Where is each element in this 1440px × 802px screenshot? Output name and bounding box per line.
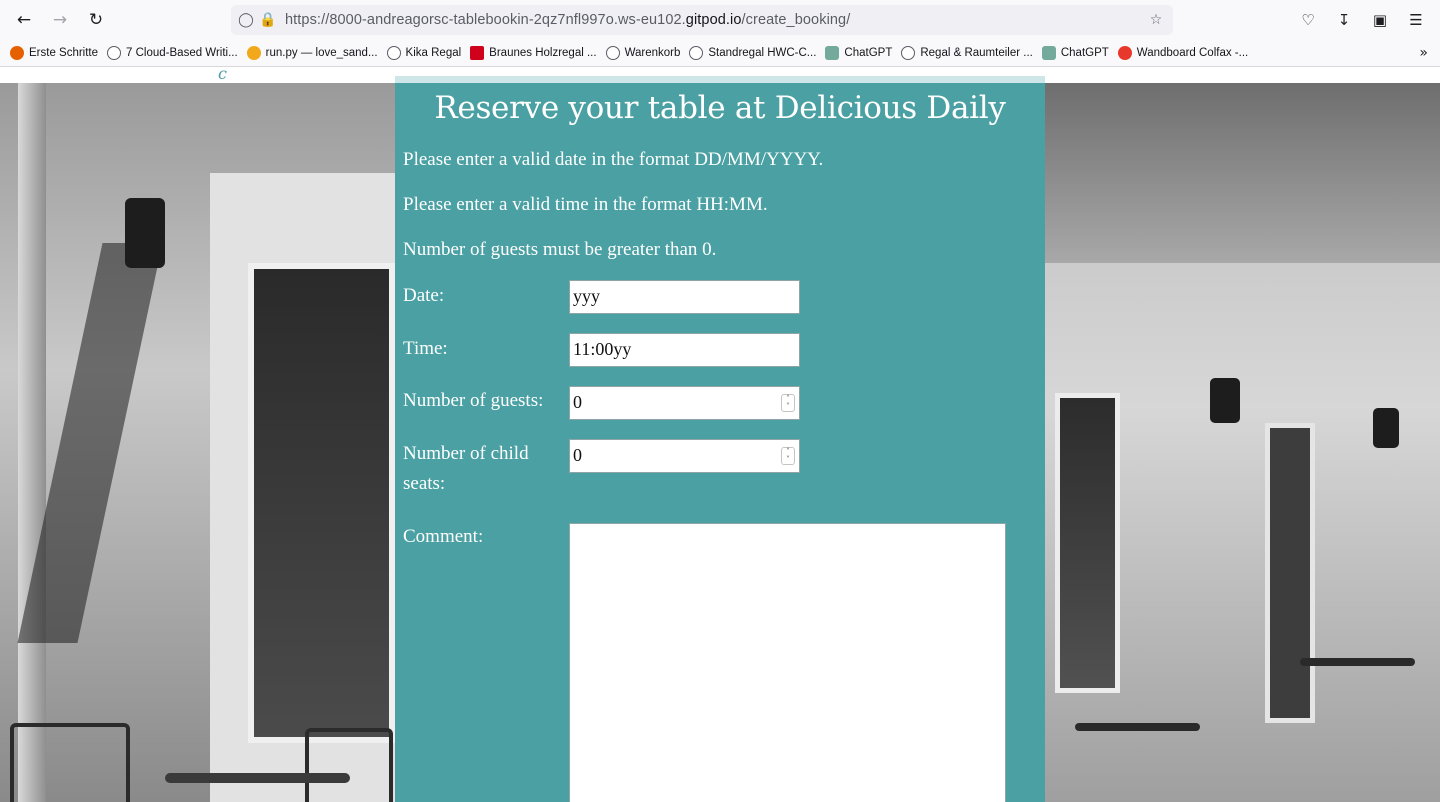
bookmark-label: Regal & Raumteiler ... (920, 47, 1033, 59)
back-arrow-icon[interactable]: ← (10, 6, 38, 34)
toolbar-actions: ♡ ↧ ▣ ☰ (1294, 6, 1430, 34)
bg-lamp (1210, 378, 1240, 423)
bg-table (165, 773, 350, 783)
bg-chair (305, 728, 393, 802)
page-title: Reserve your table at Delicious Daily (434, 90, 1006, 126)
globe-icon (605, 46, 620, 60)
bg-lamp (125, 198, 165, 268)
booking-panel: Reserve your table at Delicious Daily Pl… (395, 76, 1045, 802)
guests-value: 0 (573, 392, 582, 412)
kika-icon (470, 46, 485, 60)
bookmark-item[interactable]: Erste Schritte (10, 46, 98, 60)
bookmark-item[interactable]: Braunes Holzregal ... (470, 46, 597, 60)
bookmark-star-icon[interactable]: ☆ (1145, 9, 1167, 31)
comment-label: Comment: (403, 526, 484, 547)
menu-icon[interactable]: ☰ (1402, 6, 1430, 34)
child-seats-label: Number of child seats: (403, 439, 529, 499)
bookmark-label: Warenkorb (624, 47, 681, 59)
error-date: Please enter a valid date in the format … (403, 149, 824, 170)
bg-table (1075, 723, 1200, 731)
globe-icon (107, 46, 122, 60)
time-value: 11:00yy (573, 339, 632, 359)
gitpod-icon (246, 46, 261, 60)
bookmark-item[interactable]: 7 Cloud-Based Writi... (107, 46, 238, 60)
bookmark-label: Braunes Holzregal ... (489, 47, 597, 59)
logo-fragment-icon: ϲ (218, 68, 227, 83)
bookmark-label: Standregal HWC-C... (708, 47, 817, 59)
chatgpt-icon (1041, 46, 1056, 60)
reload-icon[interactable]: ↻ (82, 6, 110, 34)
bookmark-item[interactable]: ChatGPT (825, 46, 892, 60)
pocket-icon[interactable]: ♡ (1294, 6, 1322, 34)
store-24-icon (1117, 46, 1132, 60)
bg-table (1300, 658, 1415, 666)
child-seats-input[interactable]: 0 ˄ ˅ (569, 439, 800, 473)
bookmark-label: 7 Cloud-Based Writi... (126, 47, 238, 59)
stepper-icon[interactable]: ˄ ˅ (781, 447, 795, 465)
bg-window-right (1055, 393, 1120, 693)
bookmark-item[interactable]: Wandboard Colfax -... (1117, 46, 1249, 60)
bg-chair (10, 723, 130, 802)
child-seats-label-line1: Number of child (403, 443, 529, 464)
firefox-icon (10, 46, 24, 60)
shield-icon[interactable]: ◯ (235, 9, 257, 31)
guests-input[interactable]: 0 ˄ ˅ (569, 386, 800, 420)
comment-textarea[interactable] (569, 523, 1006, 802)
url-bar[interactable]: ◯ 🔒 https://8000-andreagorsc-tablebookin… (231, 5, 1173, 35)
date-value: yyy (573, 286, 600, 306)
bg-roof-right (1045, 83, 1440, 263)
bg-lamp (1373, 408, 1399, 448)
bookmark-item[interactable]: Kika Regal (386, 46, 462, 60)
guests-label: Number of guests: (403, 390, 544, 411)
globe-icon (901, 46, 916, 60)
globe-icon (689, 46, 704, 60)
bookmark-item[interactable]: Regal & Raumteiler ... (901, 46, 1033, 60)
stepper-icon[interactable]: ˄ ˅ (781, 394, 795, 412)
bookmark-item[interactable]: run.py — love_sand... (246, 46, 378, 60)
download-icon[interactable]: ↧ (1330, 6, 1358, 34)
bookmark-label: ChatGPT (844, 47, 893, 59)
bg-pole (18, 83, 46, 802)
child-seats-label-line2: seats: (403, 473, 446, 494)
date-label: Date: (403, 285, 445, 306)
bookmarks-overflow-icon[interactable]: » (1419, 45, 1428, 61)
page-viewport: ϲ Reserve your table at Delicious Daily … (0, 68, 1440, 802)
bookmarks-bar: Erste Schritte 7 Cloud-Based Writi... ru… (0, 40, 1440, 67)
time-label: Time: (403, 338, 448, 359)
bg-door-right (1265, 423, 1315, 723)
globe-icon (386, 46, 401, 60)
browser-toolbar: ← → ↻ ◯ 🔒 https://8000-andreagorsc-table… (0, 0, 1440, 40)
date-input[interactable]: yyy (569, 280, 800, 314)
extensions-icon[interactable]: ▣ (1366, 6, 1394, 34)
bookmark-label: Erste Schritte (29, 47, 99, 59)
forward-arrow-icon[interactable]: → (46, 6, 74, 34)
bookmark-item[interactable]: Warenkorb (605, 46, 681, 60)
child-seats-value: 0 (573, 445, 582, 465)
bookmark-item[interactable]: ChatGPT (1041, 46, 1109, 60)
bookmark-label: Kika Regal (405, 47, 462, 59)
lock-icon[interactable]: 🔒 (257, 9, 279, 31)
error-guests: Number of guests must be greater than 0. (403, 239, 717, 260)
bookmark-item[interactable]: Standregal HWC-C... (689, 46, 816, 60)
error-time: Please enter a valid time in the format … (403, 194, 768, 215)
url-text: https://8000-andreagorsc-tablebookin-2qz… (285, 12, 851, 28)
bg-window-left (248, 263, 395, 743)
chatgpt-icon (825, 46, 840, 60)
time-input[interactable]: 11:00yy (569, 333, 800, 367)
bookmark-label: ChatGPT (1060, 47, 1109, 59)
bookmark-label: Wandboard Colfax -... (1136, 47, 1249, 59)
bookmark-label: run.py — love_sand... (265, 47, 378, 59)
